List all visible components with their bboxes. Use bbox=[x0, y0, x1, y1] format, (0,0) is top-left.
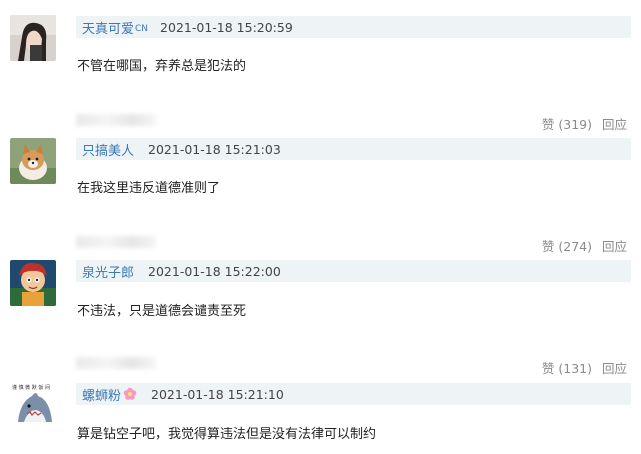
region-badge: CN bbox=[135, 23, 149, 34]
comment-text: 在我这里违反道德准则了 bbox=[77, 181, 221, 196]
comment-actions: 赞 (319) 回应 bbox=[542, 114, 627, 133]
shark-avatar-icon: 谨 慎 微 默 饭 间 bbox=[10, 382, 56, 428]
comment-meta-bar: 只搞美人 2021-01-18 15:21:03 bbox=[76, 138, 631, 160]
comment-text: 算是钻空子吧，我觉得算违法但是没有法律可以制约 bbox=[77, 427, 377, 442]
username-link[interactable]: 天真可爱 CN bbox=[82, 18, 148, 37]
like-button[interactable]: 赞 (131) bbox=[542, 358, 592, 377]
comment-timestamp: 2021-01-18 15:21:03 bbox=[148, 141, 281, 157]
comment-timestamp: 2021-01-18 15:20:59 bbox=[160, 19, 293, 35]
reply-button[interactable]: 回应 bbox=[602, 114, 627, 133]
username-link[interactable]: 泉光子郎 bbox=[82, 262, 134, 281]
blurred-text bbox=[76, 236, 156, 248]
like-button[interactable]: 赞 (274) bbox=[542, 236, 592, 255]
username-link[interactable]: 螺蛳粉 bbox=[82, 385, 137, 404]
avatar-photo-icon bbox=[10, 15, 56, 61]
comment-actions: 赞 (274) 回应 bbox=[542, 236, 627, 255]
comment-timestamp: 2021-01-18 15:22:00 bbox=[148, 263, 281, 279]
flower-icon bbox=[123, 387, 137, 400]
comment-actions: 赞 (131) 回应 bbox=[542, 358, 627, 377]
username-link[interactable]: 只搞美人 bbox=[82, 140, 134, 159]
comment-meta-bar: 泉光子郎 2021-01-18 15:22:00 bbox=[76, 260, 631, 282]
blurred-text bbox=[76, 357, 156, 369]
user-avatar[interactable] bbox=[10, 15, 56, 61]
comment-text: 不管在哪国，弃养总是犯法的 bbox=[77, 59, 247, 74]
comment-meta-bar: 天真可爱 CN 2021-01-18 15:20:59 bbox=[76, 16, 631, 38]
reply-button[interactable]: 回应 bbox=[602, 358, 627, 377]
user-avatar[interactable] bbox=[10, 260, 56, 306]
avatar-caption: 谨 慎 微 默 饭 间 bbox=[12, 384, 50, 391]
comment-meta-bar: 螺蛳粉 2021-01-18 15:21:10 bbox=[76, 383, 631, 405]
dog-avatar-icon bbox=[10, 138, 56, 184]
comment-timestamp: 2021-01-18 15:21:10 bbox=[151, 386, 284, 402]
reply-button[interactable]: 回应 bbox=[602, 236, 627, 255]
blurred-text bbox=[76, 114, 156, 126]
like-button[interactable]: 赞 (319) bbox=[542, 114, 592, 133]
cartoon-avatar-icon bbox=[10, 260, 56, 306]
user-avatar[interactable] bbox=[10, 138, 56, 184]
comment-text: 不违法，只是道德会谴责至死 bbox=[77, 304, 247, 319]
user-avatar[interactable]: 谨 慎 微 默 饭 间 bbox=[10, 382, 56, 428]
